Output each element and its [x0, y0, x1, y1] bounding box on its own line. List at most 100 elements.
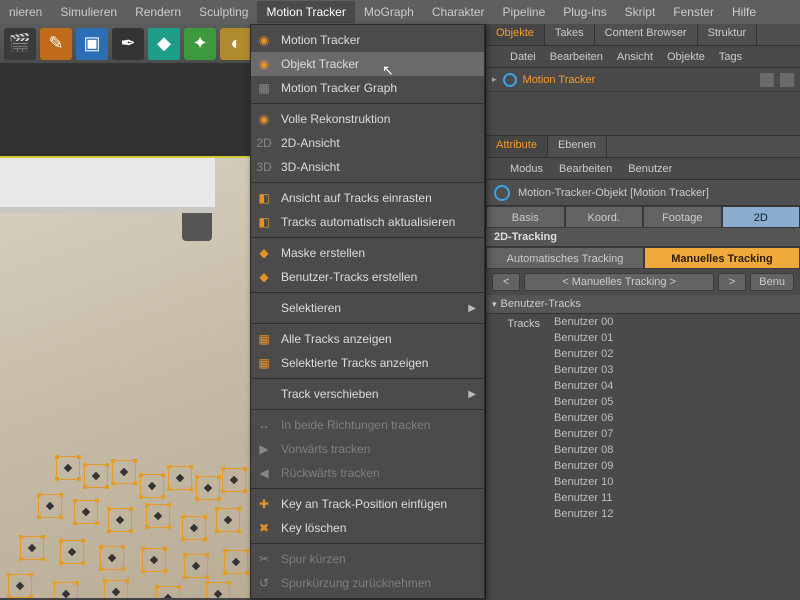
- expand-icon[interactable]: ▸: [492, 74, 497, 85]
- visibility-toggle[interactable]: [760, 73, 774, 87]
- om-menu-datei[interactable]: Datei: [510, 51, 536, 63]
- track-marker[interactable]: [182, 516, 206, 540]
- menu-motion-tracker[interactable]: Motion Tracker: [257, 1, 354, 23]
- menu-item-ansicht-auf-tracks-einrasten[interactable]: ◧Ansicht auf Tracks einrasten: [251, 186, 484, 210]
- track-item[interactable]: Benutzer 11: [548, 490, 800, 506]
- track-marker[interactable]: [216, 508, 240, 532]
- menu-item-benutzer-tracks-erstellen[interactable]: ◆Benutzer-Tracks erstellen: [251, 265, 484, 289]
- track-marker[interactable]: [108, 508, 132, 532]
- nav-prev-button[interactable]: <: [492, 273, 520, 291]
- attr-menu-benutzer[interactable]: Benutzer: [628, 163, 672, 175]
- tool-icon-6[interactable]: ◐: [220, 28, 252, 60]
- track-marker[interactable]: [112, 460, 136, 484]
- attr-menu-bearbeiten[interactable]: Bearbeiten: [559, 163, 612, 175]
- track-item[interactable]: Benutzer 06: [548, 410, 800, 426]
- track-marker[interactable]: [156, 586, 180, 598]
- nav-label[interactable]: < Manuelles Tracking >: [524, 273, 713, 291]
- om-menu-objekte[interactable]: Objekte: [667, 51, 705, 63]
- track-item[interactable]: Benutzer 00: [548, 314, 800, 330]
- menu-hilfe[interactable]: Hilfe: [723, 1, 765, 23]
- menu-sculpting[interactable]: Sculpting: [190, 1, 257, 23]
- track-item[interactable]: Benutzer 10: [548, 474, 800, 490]
- attr-menu-modus[interactable]: Modus: [510, 163, 543, 175]
- track-marker[interactable]: [206, 582, 230, 598]
- track-item[interactable]: Benutzer 03: [548, 362, 800, 378]
- track-marker[interactable]: [224, 550, 248, 574]
- track-marker[interactable]: [184, 554, 208, 578]
- tool-icon-2[interactable]: ✎: [40, 28, 72, 60]
- menu-bar[interactable]: nierenSimulierenRendernSculptingMotion T…: [0, 0, 800, 24]
- object-name[interactable]: Motion Tracker: [523, 74, 596, 86]
- track-marker[interactable]: [146, 504, 170, 528]
- track-item[interactable]: Benutzer 01: [548, 330, 800, 346]
- track-marker[interactable]: [104, 580, 128, 598]
- tab-attribute[interactable]: Attribute: [486, 136, 548, 157]
- tracks-list[interactable]: Benutzer 00Benutzer 01Benutzer 02Benutze…: [548, 314, 800, 522]
- menu-charakter[interactable]: Charakter: [423, 1, 494, 23]
- track-marker[interactable]: [74, 500, 98, 524]
- menu-item-maske-erstellen[interactable]: ◆Maske erstellen: [251, 241, 484, 265]
- menu-nieren[interactable]: nieren: [0, 1, 51, 23]
- tab-ebenen[interactable]: Ebenen: [548, 136, 607, 157]
- om-menu-bearbeiten[interactable]: Bearbeiten: [550, 51, 603, 63]
- group-benutzer-tracks[interactable]: ▾ Benutzer-Tracks: [486, 295, 800, 314]
- nav-next-button[interactable]: >: [718, 273, 746, 291]
- track-item[interactable]: Benutzer 04: [548, 378, 800, 394]
- track-marker[interactable]: [60, 540, 84, 564]
- menu-item-motion-tracker[interactable]: ◉Motion Tracker: [251, 28, 484, 52]
- motion-tracker-menu[interactable]: ◉Motion Tracker◉Objekt Tracker▦Motion Tr…: [250, 24, 485, 599]
- track-marker[interactable]: [38, 494, 62, 518]
- tool-icon-5[interactable]: ✦: [184, 28, 216, 60]
- om-menu-tags[interactable]: Tags: [719, 51, 742, 63]
- menu-fenster[interactable]: Fenster: [664, 1, 723, 23]
- track-marker[interactable]: [84, 464, 108, 488]
- menu-mograph[interactable]: MoGraph: [355, 1, 423, 23]
- object-manager-toolbar[interactable]: Datei Bearbeiten Ansicht Objekte Tags: [486, 46, 800, 68]
- track-item[interactable]: Benutzer 07: [548, 426, 800, 442]
- menu-item-key-l-schen[interactable]: ✖Key löschen: [251, 516, 484, 540]
- menu-item-alle-tracks-anzeigen[interactable]: ▦Alle Tracks anzeigen: [251, 327, 484, 351]
- menu-item-selektierte-tracks-anzeigen[interactable]: ▦Selektierte Tracks anzeigen: [251, 351, 484, 375]
- track-item[interactable]: Benutzer 05: [548, 394, 800, 410]
- object-row-motion-tracker[interactable]: ▸ Motion Tracker: [486, 68, 800, 92]
- menu-item-volle-rekonstruktion[interactable]: ◉Volle Rekonstruktion: [251, 107, 484, 131]
- track-item[interactable]: Benutzer 09: [548, 458, 800, 474]
- menu-pipeline[interactable]: Pipeline: [494, 1, 555, 23]
- object-manager-tabs[interactable]: ObjekteTakesContent BrowserStruktur: [486, 24, 800, 46]
- track-item[interactable]: Benutzer 08: [548, 442, 800, 458]
- track-marker[interactable]: [142, 548, 166, 572]
- track-marker[interactable]: [56, 456, 80, 480]
- menu-item-2d-ansicht[interactable]: 2D2D-Ansicht: [251, 131, 484, 155]
- track-marker[interactable]: [222, 468, 246, 492]
- menu-item-track-verschieben[interactable]: Track verschieben▶: [251, 382, 484, 406]
- track-marker[interactable]: [168, 466, 192, 490]
- menu-item-motion-tracker-graph[interactable]: ▦Motion Tracker Graph: [251, 76, 484, 100]
- tool-icon-4[interactable]: ◆: [148, 28, 180, 60]
- auto-tracking-button[interactable]: Automatisches Tracking: [486, 247, 644, 269]
- viewport[interactable]: [0, 64, 250, 600]
- tab-objekte[interactable]: Objekte: [486, 24, 545, 45]
- track-item[interactable]: Benutzer 12: [548, 506, 800, 522]
- attr-tab-basis[interactable]: Basis: [486, 206, 565, 228]
- track-marker[interactable]: [140, 474, 164, 498]
- tool-icon-1[interactable]: 🎬: [4, 28, 36, 60]
- tab-struktur[interactable]: Struktur: [698, 24, 758, 45]
- tool-pen-icon[interactable]: ✒: [112, 28, 144, 60]
- attr-tab-footage[interactable]: Footage: [643, 206, 722, 228]
- attribute-category-tabs[interactable]: BasisKoord.Footage2D: [486, 206, 800, 228]
- om-menu-ansicht[interactable]: Ansicht: [617, 51, 653, 63]
- track-marker[interactable]: [100, 546, 124, 570]
- menu-skript[interactable]: Skript: [616, 1, 665, 23]
- menu-item-tracks-automatisch-aktualisieren[interactable]: ◧Tracks automatisch aktualisieren: [251, 210, 484, 234]
- menu-item-selektieren[interactable]: Selektieren▶: [251, 296, 484, 320]
- track-marker[interactable]: [20, 536, 44, 560]
- menu-simulieren[interactable]: Simulieren: [51, 1, 126, 23]
- attr-tab-2d[interactable]: 2D: [722, 206, 800, 228]
- track-marker[interactable]: [196, 476, 220, 500]
- benutzer-button[interactable]: Benu: [750, 273, 794, 291]
- tab-content-browser[interactable]: Content Browser: [595, 24, 698, 45]
- tab-takes[interactable]: Takes: [545, 24, 595, 45]
- track-marker[interactable]: [54, 582, 78, 598]
- menu-item-objekt-tracker[interactable]: ◉Objekt Tracker: [251, 52, 484, 76]
- menu-rendern[interactable]: Rendern: [126, 1, 190, 23]
